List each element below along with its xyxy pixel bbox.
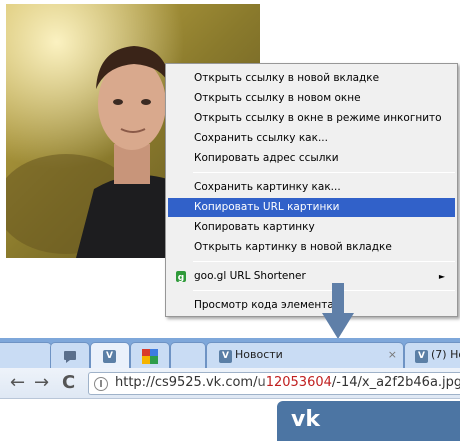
tab-pinned-google[interactable] (130, 342, 170, 368)
page-info-icon[interactable] (94, 377, 108, 391)
vk-icon: V (415, 350, 428, 363)
menu-separator (193, 172, 455, 173)
tab-title: (7) Но (431, 348, 460, 361)
close-icon[interactable]: × (388, 348, 397, 361)
url-user-id: 12053604 (265, 375, 332, 390)
tab-strip: V V Новости × V (7) Но (0, 338, 460, 368)
google-plus-icon (142, 349, 158, 364)
tab-pinned-chat[interactable] (50, 342, 90, 368)
menu-item-inspect-element[interactable]: Просмотр кода элемента (168, 296, 455, 315)
back-button[interactable]: ← (10, 373, 25, 393)
tab-pinned-vk[interactable]: V (90, 342, 130, 368)
tab-title: Новости (235, 348, 283, 361)
menu-item-save-link-as[interactable]: Сохранить ссылку как... (168, 129, 455, 148)
forward-button[interactable]: → (34, 373, 49, 393)
context-menu: Открыть ссылку в новой вкладке Открыть с… (165, 63, 458, 317)
url-text: http://cs9525.vk.com/u12053604/-14/x_a2f… (115, 375, 460, 390)
menu-separator (193, 261, 455, 262)
url-user-prefix: u (257, 375, 266, 390)
menu-item-copy-link-address[interactable]: Копировать адрес ссылки (168, 149, 455, 168)
menu-item-open-link-new-tab[interactable]: Открыть ссылку в новой вкладке (168, 69, 455, 88)
tab-blank[interactable] (0, 342, 52, 368)
url-suffix: /-14/x_a2f2b46a.jpg (331, 375, 460, 390)
reload-button[interactable]: C (62, 373, 75, 393)
submenu-arrow-icon: ► (438, 272, 445, 281)
tab-blank-2[interactable] (170, 342, 206, 368)
menu-item-open-image-new-tab[interactable]: Открыть картинку в новой вкладке (168, 238, 455, 257)
menu-item-open-link-incognito[interactable]: Открыть ссылку в окне в режиме инкогнито (168, 109, 455, 128)
vk-icon: V (103, 350, 116, 363)
vk-logo[interactable]: vk (291, 407, 320, 432)
url-prefix: http://cs9525.vk.com/ (115, 375, 258, 390)
vk-icon: V (219, 350, 232, 363)
menu-item-googl-shortener[interactable]: g goo.gl URL Shortener ► (168, 267, 455, 286)
down-arrow-icon (322, 283, 354, 339)
svg-text:g: g (178, 273, 184, 283)
browser-toolbar: ← → C http://cs9525.vk.com/u12053604/-14… (0, 368, 460, 399)
chat-icon (64, 351, 76, 363)
menu-item-label: goo.gl URL Shortener (194, 270, 306, 282)
menu-item-open-link-new-window[interactable]: Открыть ссылку в новом окне (168, 89, 455, 108)
googl-shortener-icon: g (176, 271, 186, 283)
vk-header-banner: vk (277, 401, 460, 441)
menu-item-copy-image[interactable]: Копировать картинку (168, 218, 455, 237)
menu-item-save-image-as[interactable]: Сохранить картинку как... (168, 178, 455, 197)
address-bar[interactable]: http://cs9525.vk.com/u12053604/-14/x_a2f… (88, 372, 460, 395)
menu-item-copy-image-url[interactable]: Копировать URL картинки (168, 198, 455, 217)
tab-news-7[interactable]: V (7) Но (404, 342, 460, 368)
tab-news[interactable]: V Новости × (206, 342, 404, 368)
